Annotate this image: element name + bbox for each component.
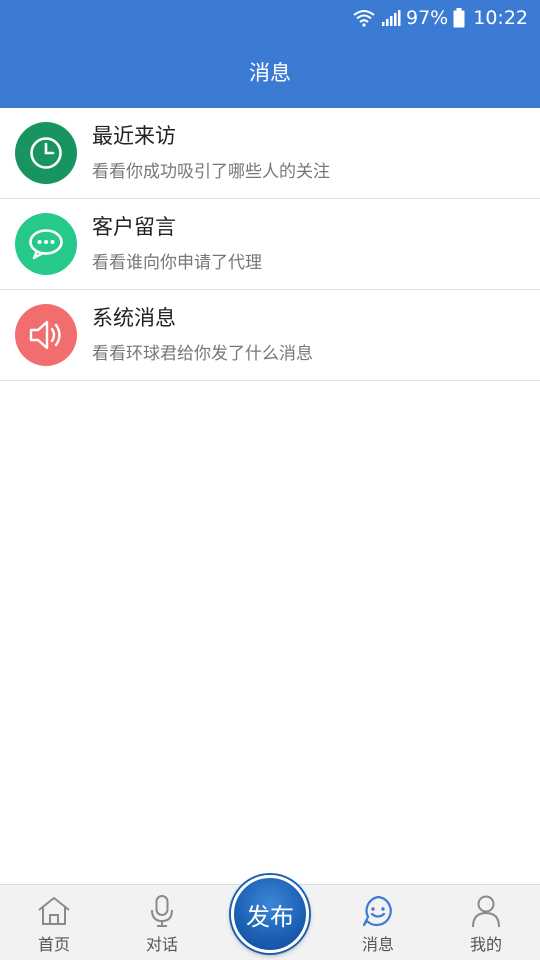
list-item-subtitle: 看看你成功吸引了哪些人的关注	[92, 162, 330, 182]
wifi-icon	[352, 9, 376, 27]
microphone-icon	[148, 893, 176, 929]
list-item-subtitle: 看看谁向你申请了代理	[92, 253, 262, 273]
tab-chat[interactable]: 对话	[108, 885, 216, 960]
tab-messages[interactable]: 消息	[324, 885, 432, 960]
home-icon	[36, 893, 72, 929]
tab-label: 对话	[145, 935, 178, 954]
list-item-title: 最近来访	[92, 124, 176, 148]
message-list: 最近来访 看看你成功吸引了哪些人的关注 客户留言 看看谁向你申请了代理 系统消息…	[0, 108, 540, 381]
publish-button[interactable]: 发布	[231, 875, 309, 953]
battery-icon	[453, 8, 465, 28]
list-item-recent-visits[interactable]: 最近来访 看看你成功吸引了哪些人的关注	[0, 108, 540, 199]
smile-chat-icon	[361, 893, 395, 929]
app-header: 消息	[0, 36, 540, 108]
person-icon	[470, 893, 502, 929]
battery-percent: 97%	[406, 7, 449, 29]
list-item-system-messages[interactable]: 系统消息 看看环球君给你发了什么消息	[0, 290, 540, 381]
speaker-icon	[15, 304, 77, 366]
tab-label: 我的	[469, 935, 502, 954]
status-bar: 97% 10:22	[0, 0, 540, 36]
page-title: 消息	[249, 61, 291, 85]
list-item-title: 客户留言	[92, 215, 176, 239]
tab-home[interactable]: 首页	[0, 885, 108, 960]
tab-profile[interactable]: 我的	[432, 885, 540, 960]
tab-label: 首页	[37, 935, 70, 954]
list-item-title: 系统消息	[92, 306, 176, 330]
clock-icon	[15, 122, 77, 184]
list-item-subtitle: 看看环球君给你发了什么消息	[92, 344, 313, 364]
tab-label: 消息	[361, 935, 394, 954]
list-item-customer-messages[interactable]: 客户留言 看看谁向你申请了代理	[0, 199, 540, 290]
chat-bubble-icon	[15, 213, 77, 275]
status-time: 10:22	[473, 7, 528, 29]
publish-button-label: 发布	[246, 902, 294, 931]
signal-icon	[381, 9, 401, 27]
